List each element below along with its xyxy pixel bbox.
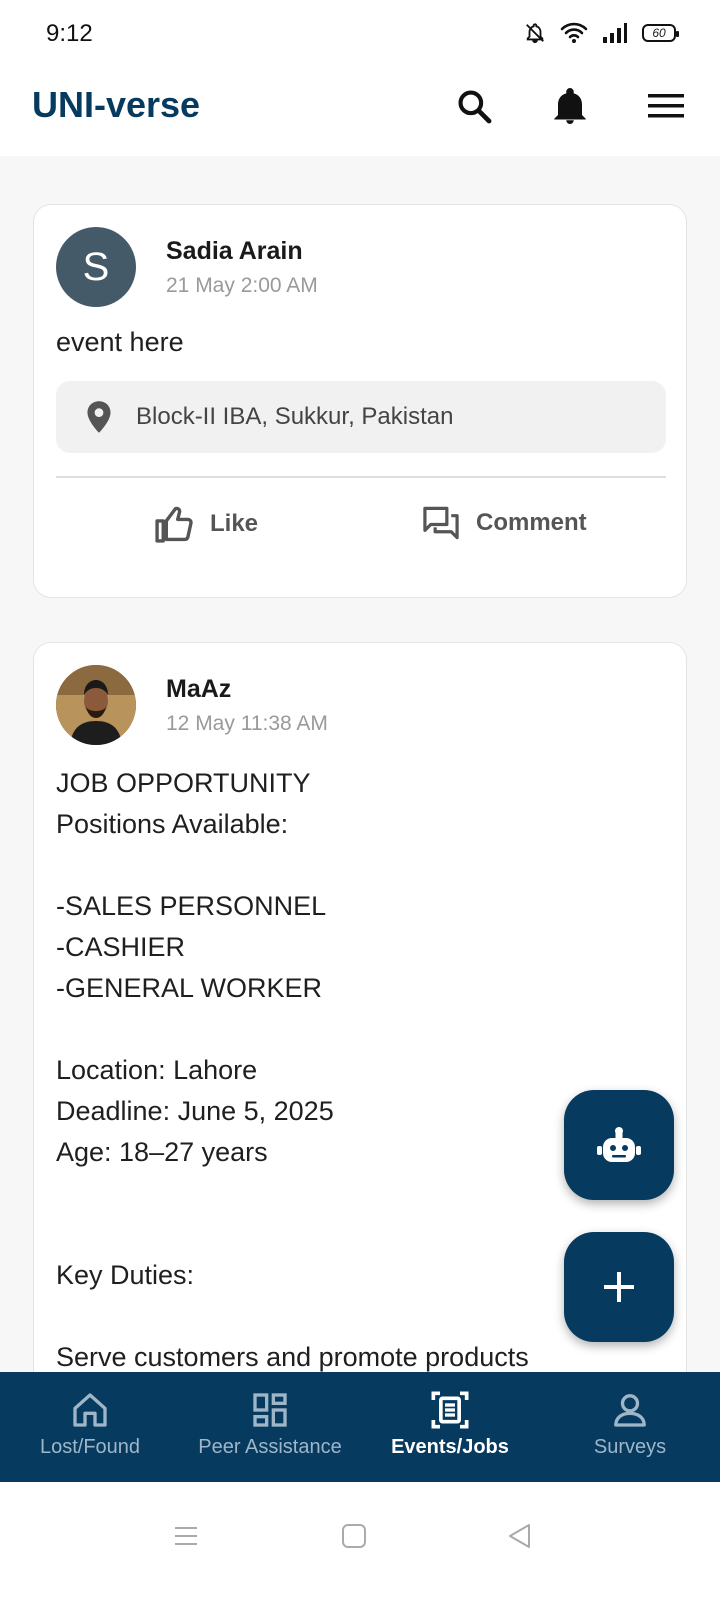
signal-icon xyxy=(603,23,627,43)
search-button[interactable] xyxy=(454,86,494,126)
nav-item-surveys[interactable]: Surveys xyxy=(540,1372,720,1482)
nav-label: Events/Jobs xyxy=(391,1436,509,1458)
avatar[interactable] xyxy=(56,665,136,745)
wifi-icon xyxy=(560,22,588,43)
author-name[interactable]: Sadia Arain xyxy=(166,237,318,266)
post-timestamp: 12 May 11:38 AM xyxy=(166,711,328,735)
post-author: MaAz 12 May 11:38 AM xyxy=(56,665,328,745)
author-info: MaAz 12 May 11:38 AM xyxy=(166,675,328,736)
recent-apps-icon[interactable] xyxy=(172,1522,200,1550)
hamburger-menu-icon xyxy=(648,94,684,118)
home-icon xyxy=(73,1393,107,1427)
bell-icon xyxy=(554,88,586,124)
location-chip[interactable]: Block-II IBA, Sukkur, Pakistan xyxy=(56,381,666,453)
comment-icon xyxy=(423,506,459,540)
nav-item-peer-assistance[interactable]: Peer Assistance xyxy=(180,1372,360,1482)
status-icons: 60 xyxy=(524,22,679,44)
home-button-icon[interactable] xyxy=(340,1522,368,1550)
post-author: S Sadia Arain 21 May 2:00 AM xyxy=(56,227,318,307)
location-pin-icon xyxy=(87,401,111,433)
app-bar: UNI-verse xyxy=(0,70,720,156)
person-icon xyxy=(614,1394,646,1427)
back-icon[interactable] xyxy=(506,1522,534,1550)
nav-item-events-jobs[interactable]: Events/Jobs xyxy=(360,1372,540,1482)
location-text: Block-II IBA, Sukkur, Pakistan xyxy=(136,403,454,430)
search-icon xyxy=(458,90,492,124)
post-text: event here xyxy=(56,327,184,357)
nav-label: Peer Assistance xyxy=(198,1436,342,1458)
dashboard-icon xyxy=(253,1393,287,1427)
post-card[interactable]: S Sadia Arain 21 May 2:00 AM event here … xyxy=(33,204,687,598)
robot-icon xyxy=(597,1127,641,1162)
thumbs-up-icon xyxy=(155,506,193,543)
nav-label: Surveys xyxy=(593,1436,667,1458)
post-actions: Like Comment xyxy=(34,505,688,551)
mute-notifications-icon xyxy=(526,23,544,44)
add-post-fab[interactable] xyxy=(564,1232,674,1342)
comment-button[interactable]: Comment xyxy=(422,505,587,541)
app-title: UNI-verse xyxy=(32,84,201,125)
notifications-button[interactable] xyxy=(550,86,590,126)
status-bar: 9:12 60 xyxy=(0,0,720,70)
post-text: JOB OPPORTUNITY Positions Available: -SA… xyxy=(56,768,529,1372)
system-nav-bar xyxy=(0,1482,720,1600)
nav-item-lost-found[interactable]: Lost/Found xyxy=(0,1372,180,1482)
chatbot-fab[interactable] xyxy=(564,1090,674,1200)
avatar[interactable]: S xyxy=(56,227,136,307)
nav-label: Lost/Found xyxy=(39,1436,141,1458)
divider xyxy=(56,476,666,478)
author-name[interactable]: MaAz xyxy=(166,675,328,704)
battery-level: 60 xyxy=(652,26,666,40)
like-button[interactable]: Like xyxy=(154,505,258,543)
battery-icon: 60 xyxy=(642,24,679,42)
profile-photo xyxy=(56,665,136,745)
events-icon xyxy=(431,1391,469,1429)
menu-button[interactable] xyxy=(646,86,686,126)
post-timestamp: 21 May 2:00 AM xyxy=(166,273,318,297)
app-actions xyxy=(454,86,686,126)
like-label: Like xyxy=(210,510,259,537)
comment-label: Comment xyxy=(476,509,587,536)
plus-icon xyxy=(604,1272,634,1302)
bottom-nav: Lost/Found Peer Assistance Events/Jobs S… xyxy=(0,1372,720,1482)
feed[interactable]: S Sadia Arain 21 May 2:00 AM event here … xyxy=(0,156,720,1400)
status-time: 9:12 xyxy=(46,20,93,47)
author-info: Sadia Arain 21 May 2:00 AM xyxy=(166,237,318,298)
